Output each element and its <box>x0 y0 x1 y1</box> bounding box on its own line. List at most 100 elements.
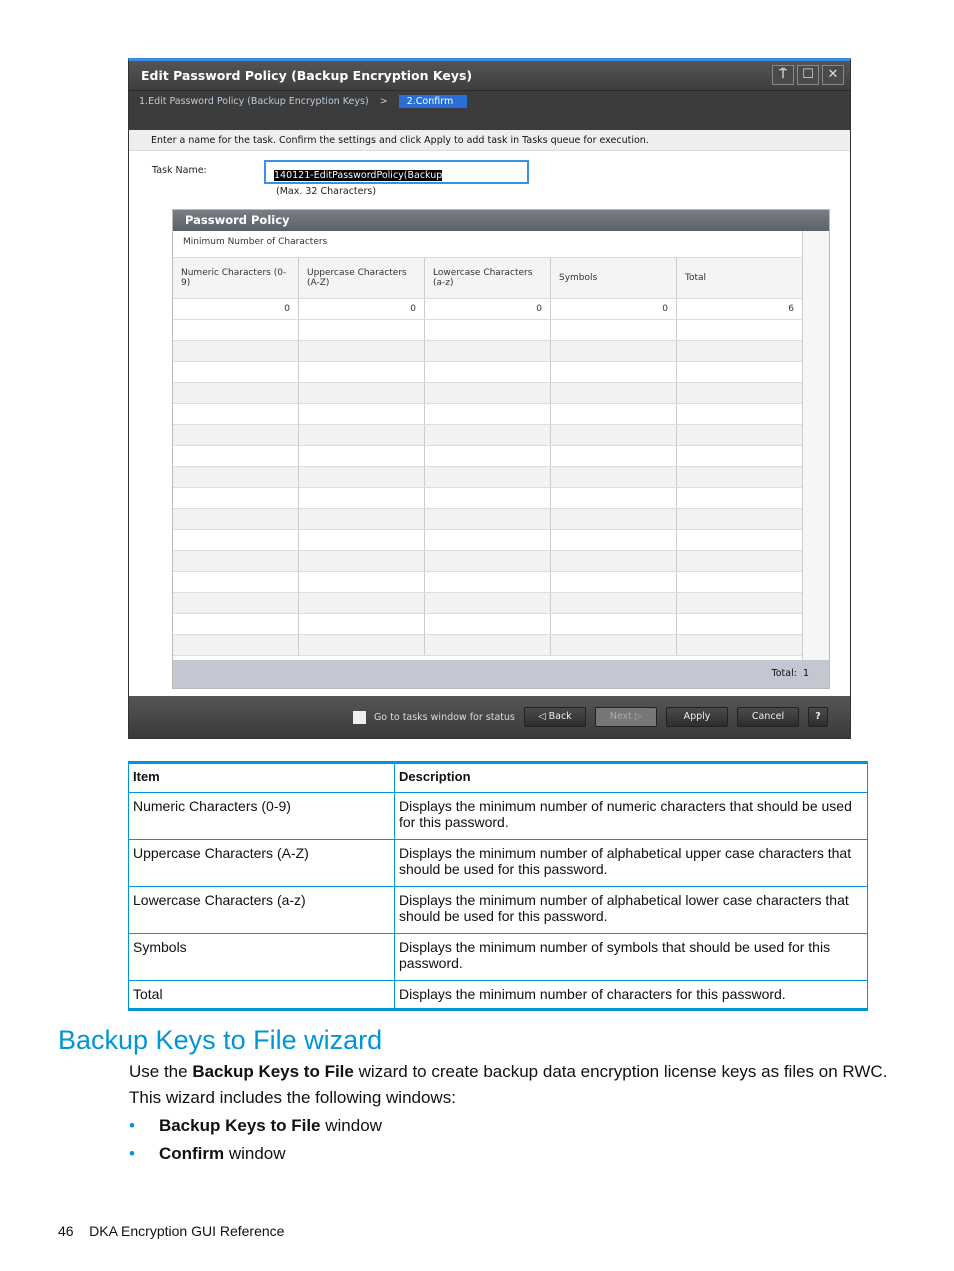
checkbox-icon[interactable] <box>352 710 366 724</box>
back-button[interactable]: ◁ Back <box>524 707 586 727</box>
empty-cell <box>551 593 677 613</box>
item-cell: Uppercase Characters (A-Z) <box>128 839 395 887</box>
password-policy-panel: Password Policy Minimum Number of Charac… <box>172 209 830 689</box>
dialog-title: Edit Password Policy (Backup Encryption … <box>141 68 473 83</box>
item-cell: Numeric Characters (0-9) <box>128 792 395 840</box>
table-row: Symbols Displays the minimum number of sy… <box>128 933 868 981</box>
col-header-total[interactable]: Total <box>677 258 803 298</box>
empty-row <box>173 635 803 656</box>
empty-cell <box>677 614 803 634</box>
empty-cell <box>173 614 299 634</box>
scrollbar[interactable] <box>802 231 829 661</box>
empty-cell <box>425 404 551 424</box>
empty-cell <box>551 467 677 487</box>
empty-cell <box>173 635 299 655</box>
checkbox-label: Go to tasks window for status <box>373 711 515 723</box>
empty-cell <box>299 614 425 634</box>
task-name-value: 140121-EditPasswordPolicy(Backup <box>274 170 443 181</box>
empty-cell <box>677 320 803 340</box>
empty-cell <box>551 362 677 382</box>
empty-cell <box>425 320 551 340</box>
description-table: Item Description Numeric Characters (0-9)… <box>128 761 868 1011</box>
col-header-uppercase[interactable]: Uppercase Characters (A-Z) <box>299 258 425 298</box>
bullet-icon: • <box>129 1144 135 1163</box>
go-to-tasks-checkbox[interactable]: Go to tasks window for status <box>352 710 515 724</box>
empty-cell <box>299 635 425 655</box>
dialog-titlebar: Edit Password Policy (Backup Encryption … <box>129 61 850 90</box>
empty-cell <box>425 383 551 403</box>
cell-uppercase: 0 <box>299 299 425 319</box>
cell-lowercase: 0 <box>425 299 551 319</box>
col-header-numeric[interactable]: Numeric Characters (0-9) <box>173 258 299 298</box>
col-header-symbols[interactable]: Symbols <box>551 258 677 298</box>
empty-row <box>173 614 803 635</box>
empty-row <box>173 362 803 383</box>
empty-cell <box>677 404 803 424</box>
empty-cell <box>677 425 803 445</box>
apply-button[interactable]: Apply <box>666 707 728 727</box>
empty-cell <box>425 551 551 571</box>
empty-cell <box>425 488 551 508</box>
empty-cell <box>551 614 677 634</box>
cancel-button[interactable]: Cancel <box>737 707 799 727</box>
empty-cell <box>425 635 551 655</box>
close-icon[interactable]: ✕ <box>822 65 844 85</box>
item-cell: Lowercase Characters (a-z) <box>128 886 395 934</box>
empty-cell <box>299 425 425 445</box>
empty-cell <box>551 488 677 508</box>
empty-cell <box>299 593 425 613</box>
empty-cell <box>425 425 551 445</box>
task-name-input[interactable]: 140121-EditPasswordPolicy(Backup <box>264 160 529 184</box>
intro-paragraph: Use the Backup Keys to File wizard to cr… <box>129 1062 888 1081</box>
cell-numeric: 0 <box>173 299 299 319</box>
empty-row <box>173 572 803 593</box>
empty-cell <box>299 404 425 424</box>
panel-title: Password Policy <box>173 210 829 231</box>
empty-row <box>173 341 803 362</box>
empty-cell <box>299 572 425 592</box>
empty-cell <box>173 425 299 445</box>
empty-cell <box>299 467 425 487</box>
step-2-current: 2.Confirm <box>398 95 468 108</box>
wizard-steps: 1.Edit Password Policy (Backup Encryptio… <box>129 90 850 130</box>
empty-cell <box>299 488 425 508</box>
windows-intro: This wizard includes the following windo… <box>129 1088 456 1107</box>
empty-cell <box>551 383 677 403</box>
section-title: Backup Keys to File wizard <box>58 1025 383 1055</box>
next-button[interactable]: Next ▷ <box>595 707 657 727</box>
maximize-icon[interactable]: ☐ <box>797 65 819 85</box>
item-cell: Symbols <box>128 933 395 981</box>
empty-cell <box>425 341 551 361</box>
bullet-item: • Confirm window <box>129 1144 286 1163</box>
empty-cell <box>173 509 299 529</box>
description-cell: Displays the minimum number of symbols t… <box>394 933 868 981</box>
empty-row <box>173 404 803 425</box>
empty-row <box>173 446 803 467</box>
description-cell: Displays the minimum number of alphabeti… <box>394 886 868 934</box>
empty-cell <box>299 341 425 361</box>
empty-cell <box>551 572 677 592</box>
table-row[interactable]: 0 0 0 0 6 <box>173 299 803 320</box>
dialog-footer: Go to tasks window for status ◁ Back Nex… <box>129 696 850 738</box>
empty-row <box>173 467 803 488</box>
col-header-lowercase[interactable]: Lowercase Characters (a-z) <box>425 258 551 298</box>
description-cell: Displays the minimum number of numeric c… <box>394 792 868 840</box>
total-bar: Total: 1 <box>173 660 829 688</box>
header-item: Item <box>128 762 395 793</box>
empty-cell <box>677 467 803 487</box>
empty-cell <box>173 362 299 382</box>
page-number: 46 <box>58 1223 74 1239</box>
policy-grid: Minimum Number of Characters Numeric Cha… <box>173 231 803 656</box>
empty-row <box>173 383 803 404</box>
empty-cell <box>425 530 551 550</box>
empty-row <box>173 425 803 446</box>
help-button[interactable]: ? <box>808 707 828 727</box>
empty-cell <box>425 572 551 592</box>
empty-cell <box>173 341 299 361</box>
empty-cell <box>173 530 299 550</box>
edit-password-policy-dialog: Edit Password Policy (Backup Encryption … <box>128 58 851 739</box>
empty-row <box>173 593 803 614</box>
item-cell: Total <box>128 980 395 1010</box>
empty-cell <box>677 509 803 529</box>
pin-icon[interactable]: ⍑ <box>772 65 794 85</box>
